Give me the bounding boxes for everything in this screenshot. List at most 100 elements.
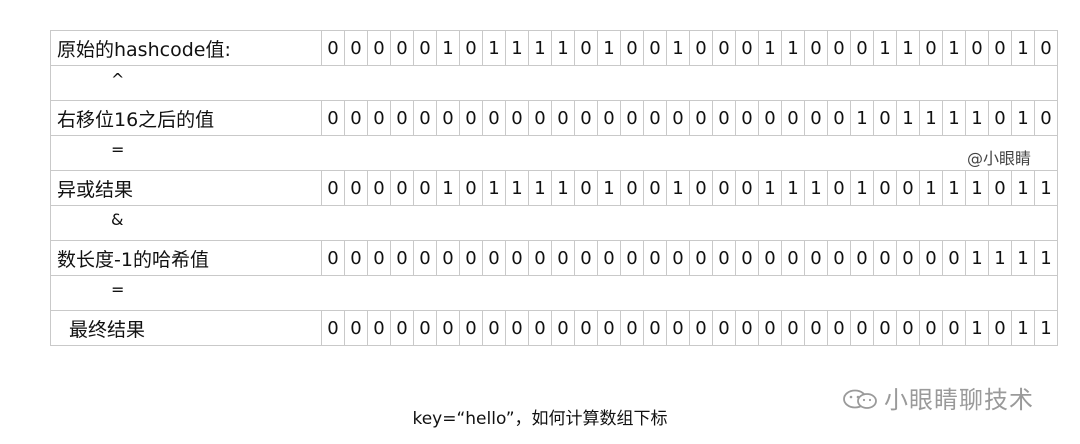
bit-cell: 0	[459, 310, 483, 346]
bit-cell: 0	[528, 240, 552, 276]
bit-cell: 0	[436, 100, 460, 136]
bit-cell: 0	[321, 240, 345, 276]
bit-cell: 0	[919, 310, 943, 346]
bit-cell: 0	[390, 310, 414, 346]
bit-cell: 0	[321, 310, 345, 346]
operator-symbol: =	[111, 280, 125, 299]
bit-cell: 0	[597, 310, 621, 346]
bit-cell: 0	[459, 30, 483, 66]
bit-cell: 0	[896, 170, 920, 206]
operator-symbol: &	[111, 210, 124, 229]
bit-cell: 0	[735, 310, 759, 346]
bit-cell: 1	[896, 100, 920, 136]
bit-cell: 0	[689, 170, 713, 206]
bit-cell: 0	[390, 170, 414, 206]
bit-cell: 0	[574, 240, 598, 276]
operator-row: ^	[50, 65, 1058, 101]
bit-cell: 1	[988, 240, 1012, 276]
bit-cell: 0	[919, 240, 943, 276]
bit-cell: 0	[827, 170, 851, 206]
bit-cell: 0	[528, 310, 552, 346]
bit-cell: 1	[551, 170, 575, 206]
bit-cell: 1	[1011, 170, 1035, 206]
bit-cell: 0	[988, 310, 1012, 346]
bit-cell: 0	[620, 30, 644, 66]
bit-cell: 0	[942, 310, 966, 346]
bit-cell: 0	[482, 240, 506, 276]
bit-cell: 1	[1034, 170, 1058, 206]
bit-cell: 1	[942, 100, 966, 136]
bit-cell: 0	[735, 170, 759, 206]
operator-symbol: =	[111, 140, 125, 159]
bit-cell: 0	[413, 170, 437, 206]
bit-cell: 0	[574, 310, 598, 346]
bit-cell: 1	[482, 170, 506, 206]
operator-row: &	[50, 205, 1058, 241]
bit-cell: 0	[666, 240, 690, 276]
bit-cell: 1	[965, 100, 989, 136]
bit-cell: 0	[988, 30, 1012, 66]
bit-cell: 1	[1011, 100, 1035, 136]
bit-cell: 0	[712, 310, 736, 346]
bit-cell: 0	[620, 310, 644, 346]
bit-cell: 1	[919, 170, 943, 206]
bit-cell: 0	[643, 170, 667, 206]
bit-cell: 0	[620, 100, 644, 136]
bit-cell: 0	[965, 30, 989, 66]
bit-cell: 1	[1034, 240, 1058, 276]
bit-cell: 0	[482, 310, 506, 346]
binary-table: 原始的hashcode值: 0 0 0 0 0 1 0 1 1 1 1 0 1 0 0 1 0 0 0 1 1 0 0 0 1 1 0…	[50, 30, 1058, 346]
bit-cell: 0	[804, 100, 828, 136]
bit-cell: 0	[666, 310, 690, 346]
bit-row: 右移位16之后的值 0 0 0 0 0 0 0 0 0 0 0 0 0 0 0 0 0 0 0 0 0 0 0 1 0 1 1 1 1 0 1…	[50, 100, 1058, 136]
bit-cell: 1	[1034, 310, 1058, 346]
bit-cell: 0	[712, 170, 736, 206]
bit-cell: 0	[390, 240, 414, 276]
bit-cell: 0	[896, 310, 920, 346]
bit-cell: 1	[597, 30, 621, 66]
bit-cell: 0	[873, 100, 897, 136]
bit-cell: 0	[367, 310, 391, 346]
bit-cell: 0	[482, 100, 506, 136]
bit-cell: 0	[459, 100, 483, 136]
bit-cell: 0	[620, 170, 644, 206]
bit-cell: 0	[758, 240, 782, 276]
bit-cell: 1	[781, 30, 805, 66]
bit-cell: 1	[965, 170, 989, 206]
bit-cell: 0	[781, 240, 805, 276]
bit-cell: 0	[689, 310, 713, 346]
bit-cell: 0	[459, 170, 483, 206]
bit-cell: 0	[988, 170, 1012, 206]
bit-cell: 0	[390, 30, 414, 66]
bit-cell: 1	[1011, 30, 1035, 66]
bit-cell: 1	[804, 170, 828, 206]
bit-cell: 0	[804, 30, 828, 66]
bit-cell: 0	[643, 310, 667, 346]
bit-cell: 0	[436, 240, 460, 276]
row-label: 异或结果	[50, 170, 322, 206]
bit-cell: 0	[413, 240, 437, 276]
bit-cell: 0	[850, 30, 874, 66]
bit-cell: 0	[505, 310, 529, 346]
bit-cell: 0	[551, 310, 575, 346]
bit-cell: 1	[505, 30, 529, 66]
bit-cell: 0	[390, 100, 414, 136]
bit-cell: 1	[965, 240, 989, 276]
bit-cell: 0	[689, 240, 713, 276]
bit-cell: 0	[436, 310, 460, 346]
bit-row: 数长度-1的哈希值 0 0 0 0 0 0 0 0 0 0 0 0 0 0 0 0 0 0 0 0 0 0 0 0 0 0 0 0 1 1 1…	[50, 240, 1058, 276]
bit-cell: 0	[459, 240, 483, 276]
bit-cell: 1	[781, 170, 805, 206]
bit-cell: 0	[735, 100, 759, 136]
bit-cell: 1	[436, 30, 460, 66]
bit-cell: 1	[528, 170, 552, 206]
bit-cell: 0	[942, 240, 966, 276]
bit-cell: 0	[551, 100, 575, 136]
bit-cell: 0	[643, 30, 667, 66]
bit-cell: 0	[505, 100, 529, 136]
bit-cell: 1	[896, 30, 920, 66]
bit-cell: 0	[919, 30, 943, 66]
bit-cell: 0	[413, 100, 437, 136]
bit-cell: 0	[781, 310, 805, 346]
bit-cell: 1	[942, 170, 966, 206]
